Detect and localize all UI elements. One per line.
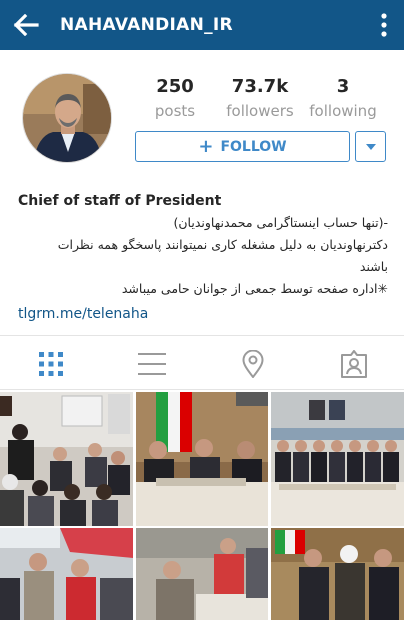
back-arrow-icon: [13, 14, 39, 36]
back-button[interactable]: [0, 0, 52, 50]
post-photo: [271, 528, 404, 620]
post-photo: [0, 392, 133, 526]
list-icon: [137, 352, 166, 375]
tab-tagged-view[interactable]: [303, 336, 404, 391]
top-app-bar: NAHAVANDIAN_IR: [0, 0, 404, 50]
grid-post-thumbnail[interactable]: [271, 528, 404, 620]
profile-full-name: Chief of staff of President: [18, 193, 222, 209]
tab-list-view[interactable]: [101, 336, 202, 391]
tagged-person-icon: [340, 349, 367, 378]
grid-icon: [38, 351, 63, 376]
more-vertical-icon: [381, 13, 387, 37]
posts-stat[interactable]: 250 posts: [135, 76, 215, 124]
grid-post-thumbnail[interactable]: [271, 392, 404, 526]
caret-down-icon: [365, 143, 376, 150]
profile-view-tabs: [0, 335, 404, 390]
post-photo: [0, 528, 133, 620]
suggestions-dropdown-button[interactable]: [355, 131, 386, 162]
profile-username: NAHAVANDIAN_IR: [60, 15, 233, 35]
bio-line: -(تنها حساب اینستاگرامی محمدنهاوندیان): [173, 215, 389, 230]
post-photo: [271, 392, 404, 526]
bio-line: ✳اداره صفحه توسط جمعی از جوانان حامی میب…: [121, 281, 388, 296]
following-stat[interactable]: 3 following: [303, 76, 383, 124]
avatar-photo: [23, 74, 111, 162]
grid-post-thumbnail[interactable]: [136, 392, 268, 526]
following-count: 3: [336, 76, 350, 97]
grid-post-thumbnail[interactable]: [136, 528, 268, 620]
post-photo: [136, 528, 268, 620]
grid-post-thumbnail[interactable]: [0, 528, 133, 620]
profile-bio: Chief of staff of President -(تنها حساب …: [18, 190, 388, 325]
follow-button[interactable]: + FOLLOW: [135, 131, 350, 162]
bio-line: باشند: [359, 259, 388, 274]
following-label: following: [309, 102, 377, 120]
posts-label: posts: [154, 102, 196, 120]
tab-grid-view[interactable]: [0, 336, 101, 391]
followers-count: 73.7k: [231, 76, 289, 97]
followers-stat[interactable]: 73.7k followers: [220, 76, 300, 124]
grid-post-thumbnail[interactable]: [0, 392, 133, 526]
profile-avatar[interactable]: [22, 73, 112, 163]
bio-line: دکترنهاوندیان به دلیل مشغله کاری نمیتوان…: [57, 237, 388, 252]
profile-stats: 250 posts 73.7k followers 3 following: [135, 76, 390, 126]
post-photo: [136, 392, 268, 526]
followers-label: followers: [226, 102, 294, 120]
tab-location-view[interactable]: [202, 336, 303, 391]
more-options-button[interactable]: [364, 0, 404, 50]
plus-icon: +: [198, 136, 214, 157]
bio-website-link[interactable]: tlgrm.me/telenaha: [18, 303, 388, 325]
follow-label: FOLLOW: [220, 138, 287, 155]
location-pin-icon: [241, 349, 264, 378]
photo-grid: [0, 392, 404, 620]
posts-count: 250: [156, 76, 194, 97]
